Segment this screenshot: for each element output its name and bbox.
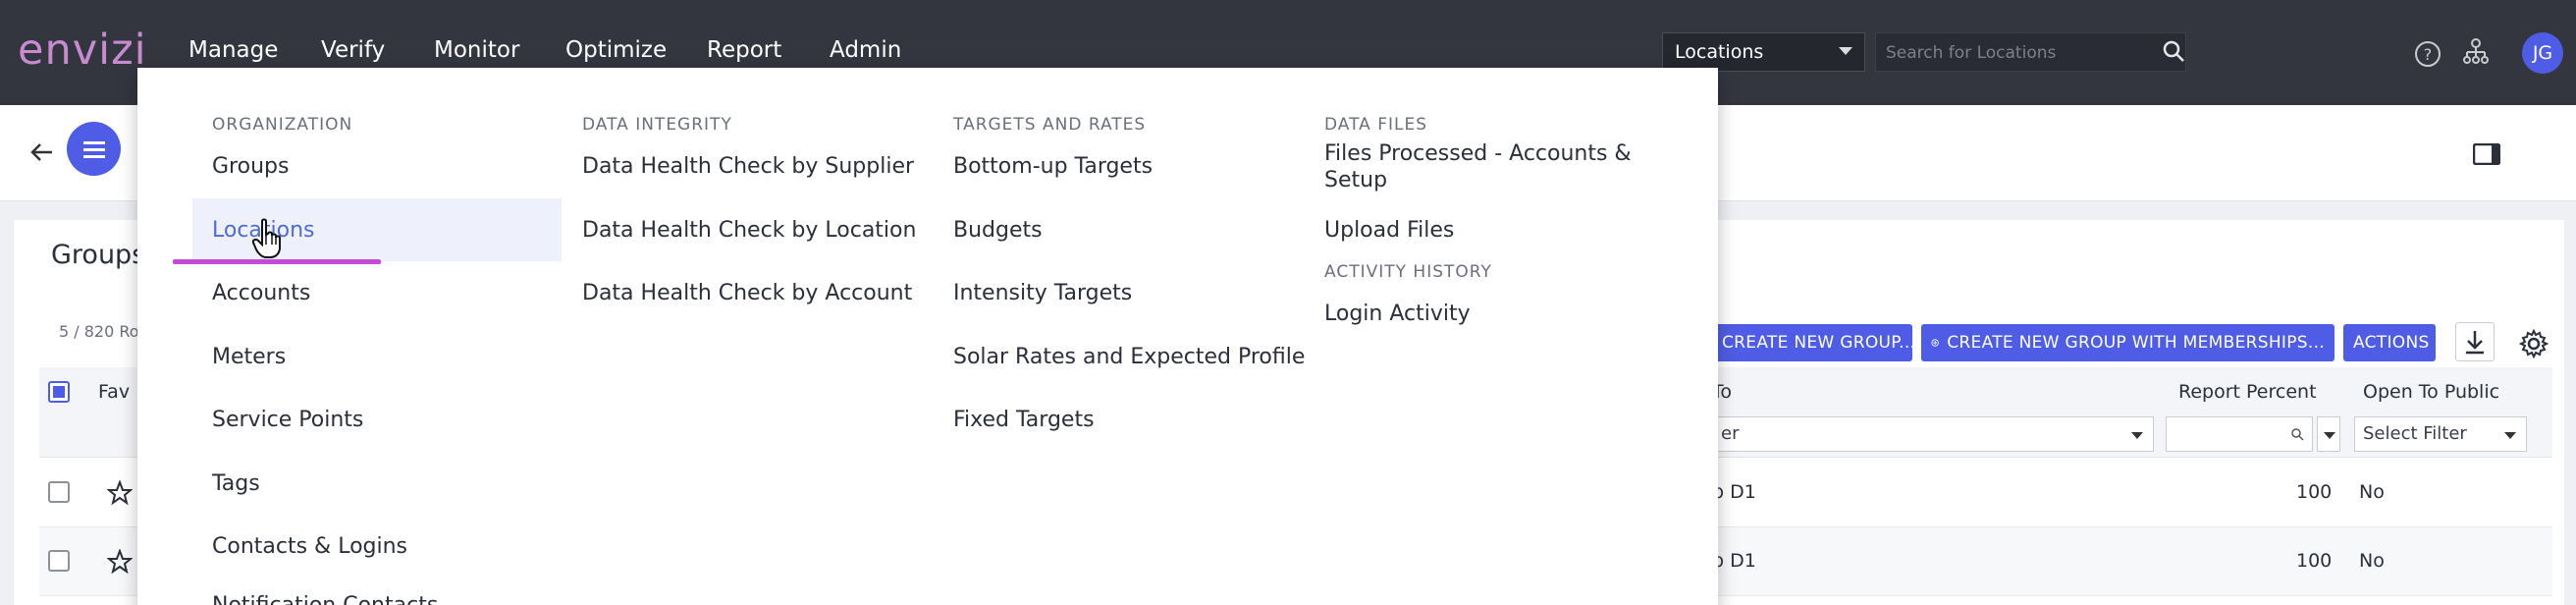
row-checkbox[interactable] [48,481,70,503]
menu-item-service-points[interactable]: Service Points [212,408,363,432]
column-header-report-percent[interactable]: Report Percent [2178,381,2317,403]
search-placeholder: Search for Locations [1886,43,2057,63]
menu-item-meters[interactable]: Meters [212,345,286,369]
add-circle-icon [1931,339,1939,347]
column-header-fav[interactable]: Fav [98,381,130,403]
back-arrow-icon[interactable] [27,138,57,167]
menu-item-health-check-location[interactable]: Data Health Check by Location [582,218,916,243]
star-icon[interactable] [107,549,133,575]
rolls-to-cell: p D1 [1712,481,1756,503]
open-to-public-filter-value: Select Filter [2363,423,2467,444]
menu-item-accounts[interactable]: Accounts [212,281,310,305]
menu-item-login-activity[interactable]: Login Activity [1324,302,1471,326]
menu-item-files-processed[interactable]: Files Processed - Accounts & [1324,141,1632,166]
svg-text:?: ? [2424,45,2433,64]
actions-button[interactable]: ACTIONS [2343,324,2436,361]
menu-heading-organization: ORGANIZATION [212,115,353,135]
hierarchy-icon[interactable] [2461,37,2491,67]
hamburger-icon [82,140,105,158]
page-title: Groups [51,240,146,270]
chevron-down-icon [1839,47,1852,55]
rolls-to-filter-value: er [1721,423,1740,444]
menu-item-health-check-account[interactable]: Data Health Check by Account [582,281,912,305]
report-percent-cell: 100 [2296,550,2333,572]
nav-report[interactable]: Report [707,37,781,63]
open-to-public-cell: No [2359,481,2385,503]
open-to-public-cell: No [2359,550,2385,572]
search-scope-value: Locations [1675,41,1764,63]
envizi-logo[interactable]: envizi [18,26,147,75]
row-count: 5 / 820 Ro [59,322,139,341]
search-icon[interactable] [2162,39,2185,63]
menu-heading-targets-rates: TARGETS AND RATES [953,115,1147,135]
menu-item-tags[interactable]: Tags [212,471,260,496]
menu-item-intensity-targets[interactable]: Intensity Targets [953,281,1132,305]
help-icon[interactable]: ? [2413,39,2442,69]
rolls-to-filter[interactable]: er [1712,416,2154,452]
menu-heading-data-integrity: DATA INTEGRITY [582,115,732,135]
report-percent-filter[interactable] [2166,416,2313,452]
row-checkbox[interactable] [48,550,70,572]
nav-verify[interactable]: Verify [321,37,385,63]
menu-item-budgets[interactable]: Budgets [953,218,1043,243]
menu-item-upload-files[interactable]: Upload Files [1324,218,1454,243]
search-scope-select[interactable]: Locations [1662,32,1865,72]
hand-cursor-icon [251,218,281,258]
nav-admin[interactable]: Admin [830,37,901,63]
search-input[interactable]: Search for Locations [1875,32,2186,72]
menu-heading-activity-history: ACTIVITY HISTORY [1324,262,1492,282]
menu-item-files-processed-line2[interactable]: Setup [1324,168,1387,192]
chevron-down-icon [2324,432,2335,439]
menu-item-bottom-up-targets[interactable]: Bottom-up Targets [953,154,1153,179]
rolls-to-cell: p D1 [1712,550,1756,572]
menu-heading-data-files: DATA FILES [1324,115,1427,135]
menu-item-groups[interactable]: Groups [212,154,289,179]
select-all-checkbox[interactable] [48,381,70,403]
locations-highlight-underline [173,259,381,264]
report-percent-cell: 100 [2296,481,2333,503]
menu-item-notification-contacts[interactable]: Notification Contacts [212,593,438,605]
report-percent-filter-menu[interactable] [2317,416,2340,452]
download-icon [2466,331,2484,355]
side-panel-icon[interactable] [2473,143,2500,165]
settings-gear-icon[interactable] [2518,328,2549,359]
nav-monitor[interactable]: Monitor [434,37,519,63]
main-menu-button[interactable] [67,122,121,176]
download-button[interactable] [2455,322,2495,361]
menu-item-fixed-targets[interactable]: Fixed Targets [953,408,1095,432]
create-with-memberships-label: CREATE NEW GROUP WITH MEMBERSHIPS... [1947,333,2325,353]
user-avatar[interactable]: JG [2522,32,2563,74]
star-icon[interactable] [107,480,133,506]
chevron-down-icon [2131,432,2143,439]
open-to-public-filter[interactable]: Select Filter [2354,416,2527,452]
menu-item-health-check-supplier[interactable]: Data Health Check by Supplier [582,154,914,179]
search-icon [2291,428,2304,441]
chevron-down-icon [2504,432,2516,439]
nav-optimize[interactable]: Optimize [565,37,667,63]
menu-item-contacts-logins[interactable]: Contacts & Logins [212,534,407,559]
create-new-group-button[interactable]: CREATE NEW GROUP... [1712,324,1915,361]
nav-manage[interactable]: Manage [188,37,278,63]
menu-item-solar-rates[interactable]: Solar Rates and Expected Profile [953,345,1305,369]
create-new-group-with-memberships-button[interactable]: CREATE NEW GROUP WITH MEMBERSHIPS... [1921,324,2334,361]
column-header-open-to-public[interactable]: Open To Public [2363,381,2499,403]
logo-text: envizi [18,26,147,75]
